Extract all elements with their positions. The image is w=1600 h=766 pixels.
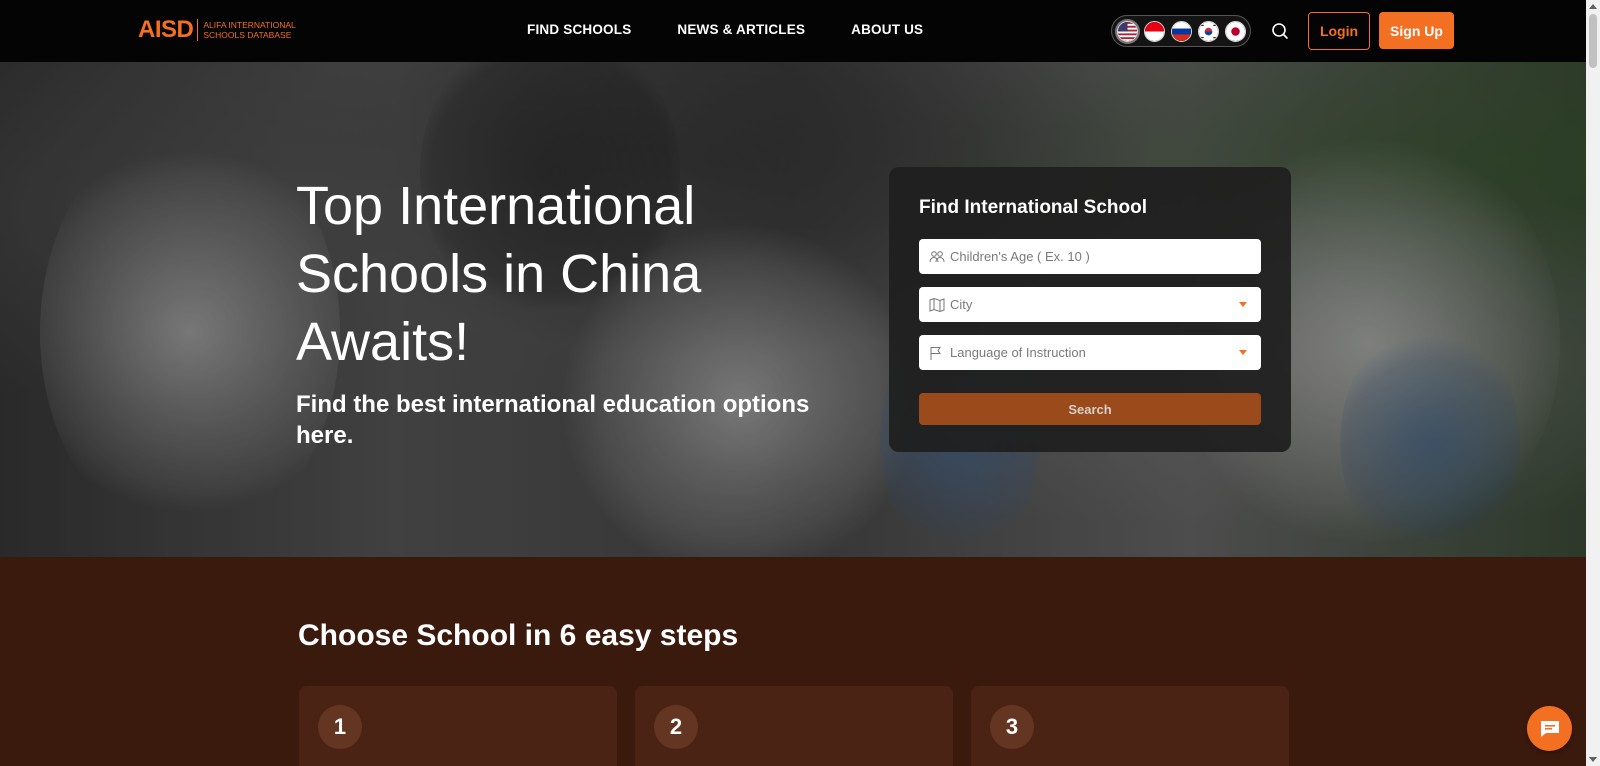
scroll-thumb[interactable] [1589, 14, 1597, 68]
site-logo[interactable]: AISD ALIFA INTERNATIONAL SCHOOLS DATABAS… [138, 16, 296, 44]
age-input[interactable] [950, 249, 1240, 264]
hero-subtitle: Find the best international education op… [296, 391, 810, 449]
children-icon [929, 250, 945, 262]
step-number: 2 [654, 705, 698, 749]
language-select[interactable]: Language of Instruction [919, 335, 1261, 370]
us-flag-icon[interactable] [1116, 20, 1138, 42]
chevron-down-icon [1239, 350, 1247, 355]
map-icon [929, 297, 945, 312]
logo-subtitle-line2: SCHOOLS DATABASE [203, 30, 292, 40]
scroll-up-arrow[interactable] [1589, 4, 1597, 9]
logo-mark: AISD [138, 16, 194, 43]
page-scrollbar[interactable] [1586, 0, 1600, 766]
top-navbar: AISD ALIFA INTERNATIONAL SCHOOLS DATABAS… [0, 0, 1586, 62]
school-search-card: Find International School City Language … [889, 167, 1291, 452]
city-select-value: City [950, 297, 973, 312]
logo-subtitle: ALIFA INTERNATIONAL SCHOOLS DATABASE [203, 20, 295, 40]
logo-subtitle-line1: ALIFA INTERNATIONAL [203, 20, 296, 30]
scroll-down-arrow[interactable] [1589, 757, 1597, 762]
ru-flag-icon[interactable] [1170, 20, 1192, 42]
nav-about-us[interactable]: ABOUT US [851, 22, 923, 37]
search-button[interactable]: Search [919, 393, 1261, 425]
step-card: 2 [635, 686, 953, 766]
language-switcher [1111, 15, 1251, 47]
step-number: 1 [318, 705, 362, 749]
language-select-value: Language of Instruction [950, 345, 1086, 360]
age-field[interactable] [919, 239, 1261, 274]
chat-icon [1540, 720, 1559, 737]
step-number: 3 [990, 705, 1034, 749]
id-flag-icon[interactable] [1143, 20, 1165, 42]
main-nav: FIND SCHOOLS NEWS & ARTICLES ABOUT US [527, 22, 923, 37]
chat-button[interactable] [1527, 706, 1572, 751]
city-select[interactable]: City [919, 287, 1261, 322]
step-card: 1 [299, 686, 617, 766]
nav-news-articles[interactable]: NEWS & ARTICLES [677, 22, 805, 37]
step-card: 3 [971, 686, 1289, 766]
kr-flag-icon[interactable] [1197, 20, 1219, 42]
hero-banner: Top International Schools in China Await… [0, 62, 1586, 557]
hero-title: Top International Schools in China Await… [296, 176, 702, 372]
flag-icon [930, 346, 941, 360]
signup-button[interactable]: Sign Up [1379, 12, 1454, 49]
logo-divider [197, 19, 199, 41]
search-card-title: Find International School [919, 197, 1147, 218]
search-icon[interactable] [1270, 21, 1290, 41]
steps-title: Choose School in 6 easy steps [298, 619, 739, 652]
chevron-down-icon [1239, 302, 1247, 307]
login-button[interactable]: Login [1308, 12, 1370, 50]
nav-find-schools[interactable]: FIND SCHOOLS [527, 22, 631, 37]
jp-flag-icon[interactable] [1224, 20, 1246, 42]
